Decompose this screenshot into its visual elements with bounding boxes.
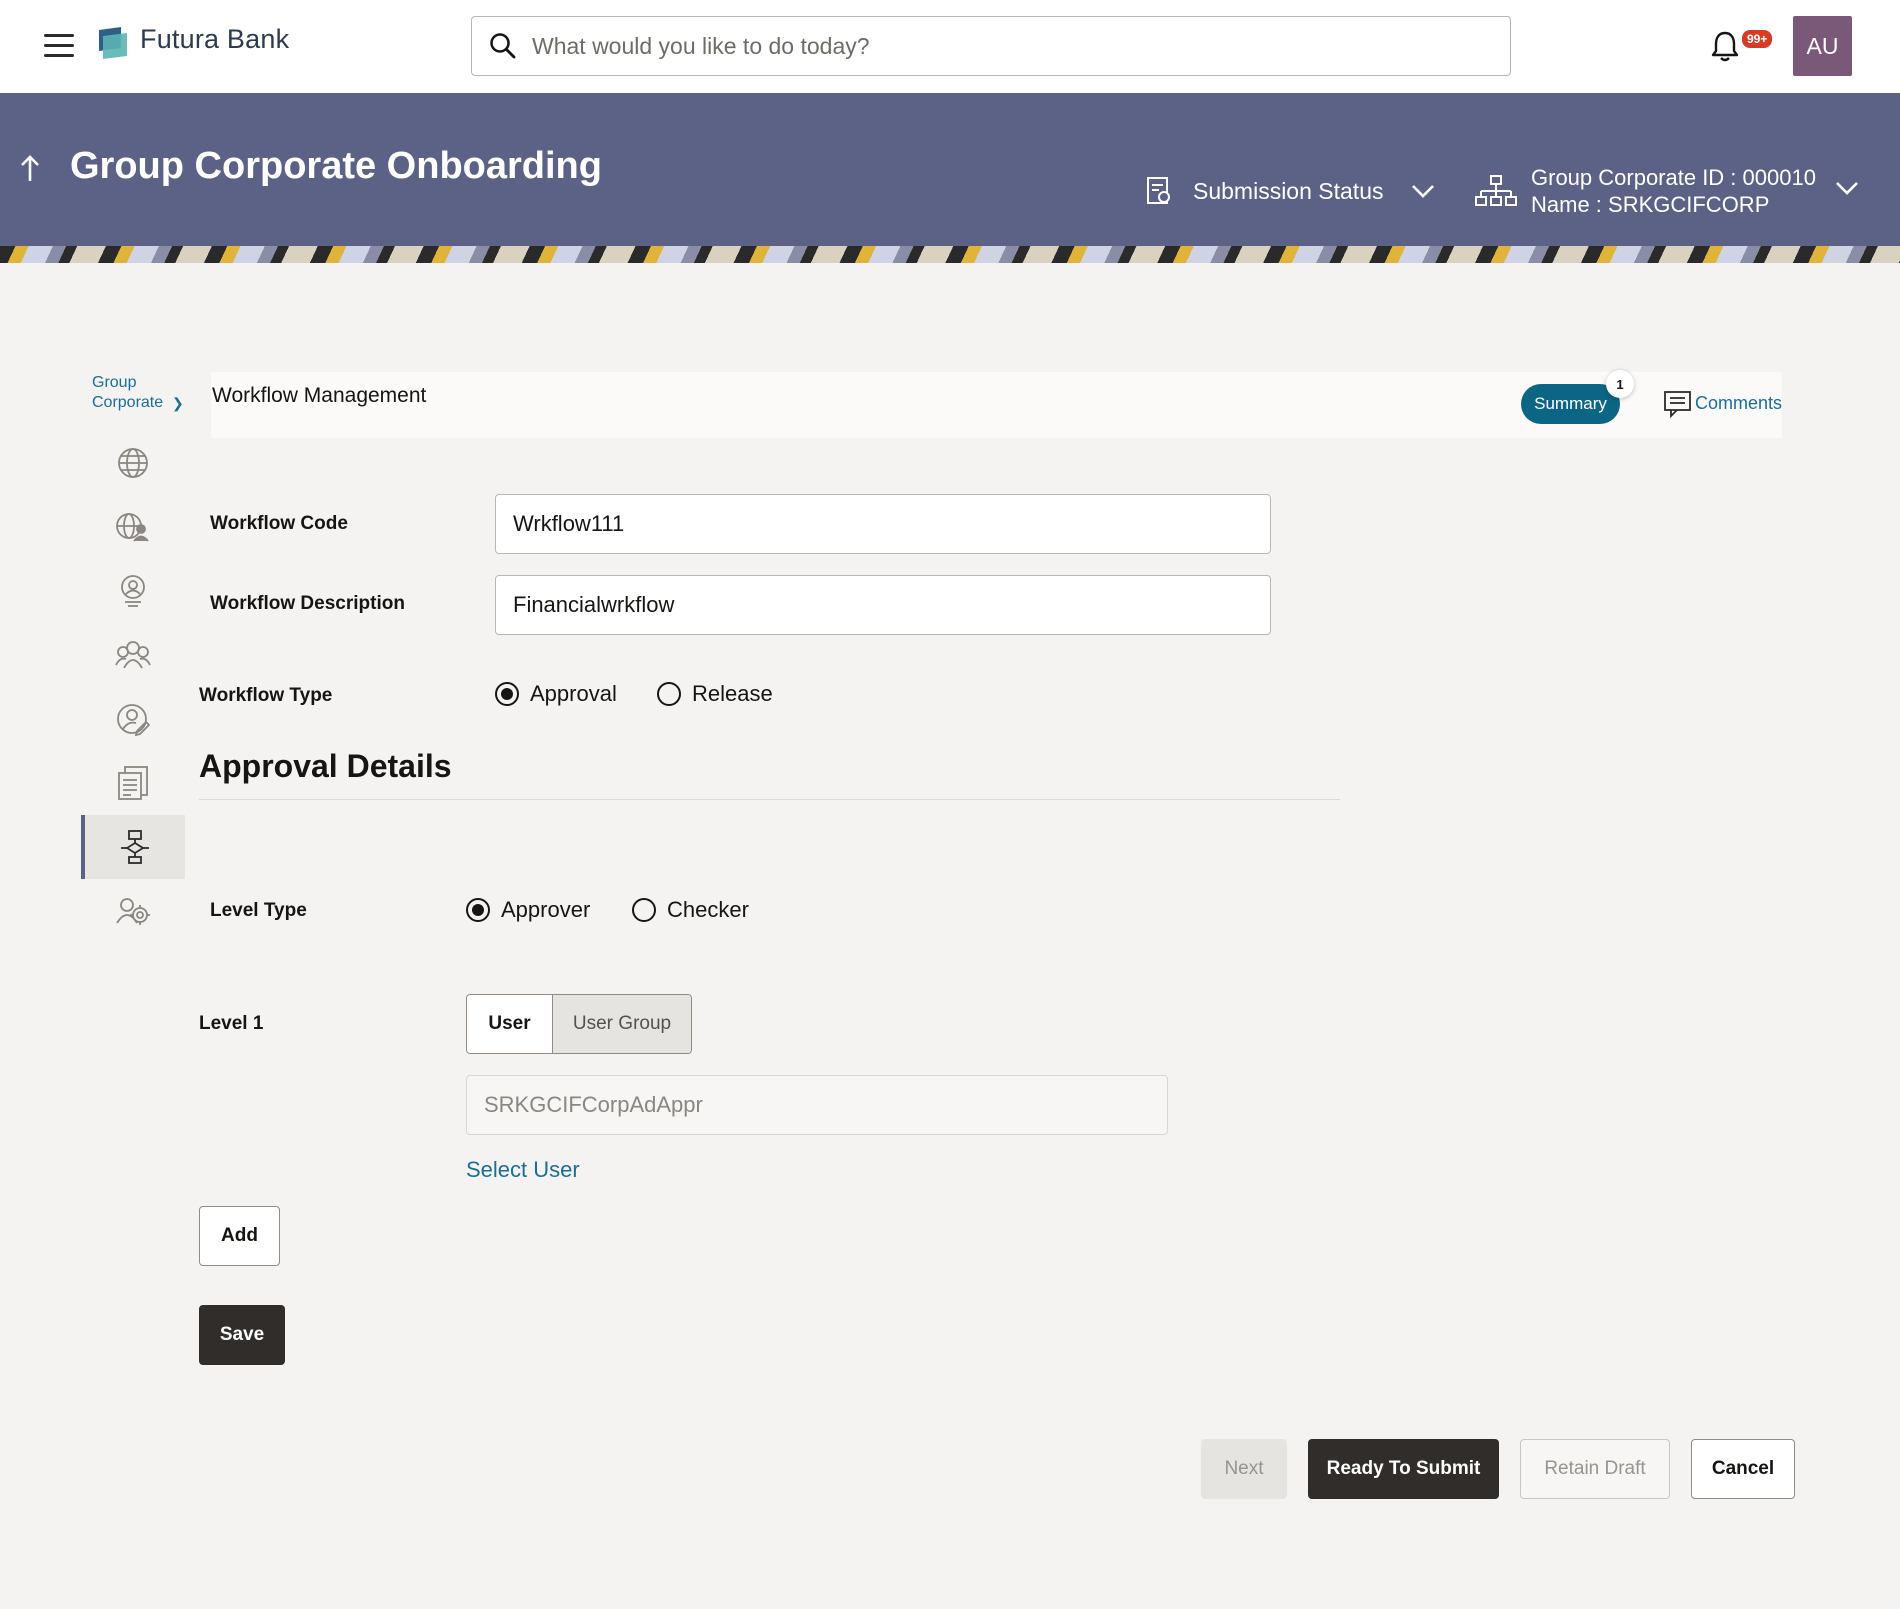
user-badge-icon [121,575,145,607]
retain-draft-button[interactable]: Retain Draft [1520,1439,1670,1499]
bank-logo-icon [99,27,127,59]
chevron-right-icon: ❯ [172,395,184,411]
chevron-down-icon [1412,185,1435,198]
breadcrumb-line2: Corporate [92,394,164,411]
radio-selected-icon [466,898,490,922]
group-corporate-info-dropdown[interactable]: Group Corporate ID : 000010 Name : SRKGC… [1475,163,1858,219]
workflow-type-release-radio[interactable]: Release [657,681,773,707]
level-1-toggle: User User Group [466,994,692,1054]
level-type-approver-radio[interactable]: Approver [466,897,590,923]
search-box[interactable] [471,16,1511,76]
banner-decorative-strip [0,246,1900,263]
workflow-code-label: Workflow Code [210,513,348,534]
step-globe[interactable] [81,431,185,495]
ready-to-submit-button[interactable]: Ready To Submit [1308,1439,1499,1499]
group-corporate-name: Name : SRKGCIFCORP [1531,192,1770,217]
workflow-type-label: Workflow Type [199,685,333,706]
comments-link[interactable]: Comments [1663,388,1782,418]
step-globe-user[interactable] [81,495,185,559]
save-button[interactable]: Save [199,1305,285,1365]
workflow-description-input[interactable]: Financialwrkflow [495,575,1271,635]
next-button[interactable]: Next [1201,1439,1287,1499]
page-title: Group Corporate Onboarding [70,145,602,187]
notification-bell-icon[interactable] [1708,28,1742,64]
chevron-down-icon [1836,182,1858,195]
step-users-group[interactable] [81,623,185,687]
comment-icon [1664,391,1691,418]
add-button[interactable]: Add [199,1206,280,1266]
select-user-link[interactable]: Select User [466,1157,580,1183]
summary-count-badge: 1 [1606,370,1634,398]
user-avatar[interactable]: AU [1793,16,1852,76]
radio-label-approval: Approval [530,681,617,706]
document-list-icon [118,766,148,800]
section-divider [199,799,1340,800]
approval-details-heading: Approval Details [199,748,452,784]
back-arrow-icon[interactable] [18,153,42,183]
step-user-edit[interactable] [81,687,185,751]
level-1-user-field: SRKGCIFCorpAdAppr [466,1075,1168,1135]
users-settings-icon [116,898,150,925]
globe-user-icon [116,513,149,542]
radio-selected-icon [495,682,519,706]
hamburger-menu-icon[interactable] [44,34,74,58]
submission-status-dropdown[interactable]: Submission Status [1145,173,1435,209]
group-corporate-id: Group Corporate ID : 000010 [1531,165,1816,190]
step-user-badge[interactable] [81,559,185,623]
search-icon [490,33,516,59]
tab-user-group[interactable]: User Group [553,995,691,1053]
radio-unselected-icon [657,682,681,706]
comments-label: Comments [1695,392,1783,413]
page-banner: Group Corporate Onboarding Submission St… [0,93,1900,263]
step-workflow[interactable] [81,815,185,879]
submission-status-label: Submission Status [1193,177,1384,204]
breadcrumb-line1: Group [92,374,137,391]
workflow-type-approval-radio[interactable]: Approval [495,681,617,707]
summary-button[interactable]: Summary [1521,384,1620,424]
level-type-checker-radio[interactable]: Checker [632,897,749,923]
users-group-icon [115,641,151,669]
user-edit-icon [117,704,150,736]
org-hierarchy-icon [1475,175,1517,206]
radio-label-checker: Checker [667,897,749,922]
search-input[interactable] [532,27,1492,65]
section-title: Workflow Management [212,384,427,407]
workflow-icon [121,830,149,864]
level-1-label: Level 1 [199,1013,264,1034]
tab-user[interactable]: User [467,995,553,1053]
cancel-button[interactable]: Cancel [1691,1439,1795,1499]
status-document-icon [1147,177,1170,204]
radio-label-approver: Approver [501,897,591,922]
radio-unselected-icon [632,898,656,922]
step-users-settings[interactable] [81,879,185,943]
radio-label-release: Release [692,681,773,706]
breadcrumb-group-corporate[interactable]: Group Corporate ❯ [92,373,184,413]
level-type-label: Level Type [210,900,307,921]
globe-icon [118,448,148,478]
workflow-description-label: Workflow Description [210,593,405,614]
top-bar: Futura Bank 99+ AU [0,0,1900,93]
workflow-code-input[interactable]: Wrkflow111 [495,494,1271,554]
brand-name: Futura Bank [140,24,290,54]
step-document-list[interactable] [81,751,185,815]
notification-badge: 99+ [1742,30,1773,48]
